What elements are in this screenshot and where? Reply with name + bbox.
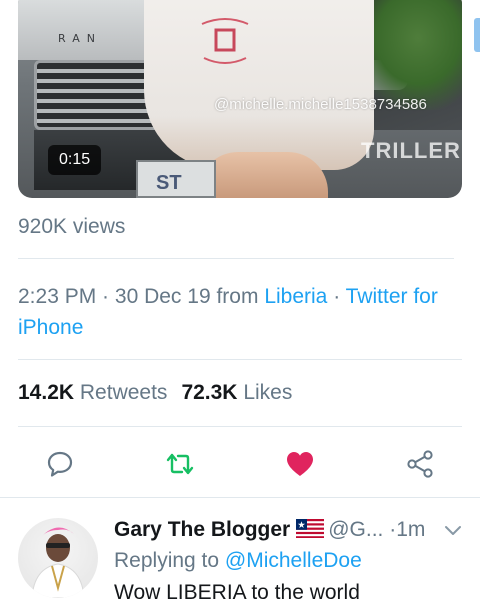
retweets-label: Retweets xyxy=(79,381,168,404)
reply-time: 1m xyxy=(396,518,426,541)
share-icon xyxy=(407,450,433,478)
tweet-meta: 2:23 PM · 30 Dec 19 from Liberia · Twitt… xyxy=(18,285,438,339)
replying-to-handle[interactable]: @MichelleDoe xyxy=(225,549,362,572)
speech-bubble-icon xyxy=(47,451,73,477)
retweet-button[interactable] xyxy=(162,446,198,482)
heart-icon xyxy=(287,452,313,476)
divider xyxy=(18,426,462,427)
chevron-down-icon[interactable] xyxy=(444,523,462,537)
tweet-video[interactable]: RAN ST @michelle.michelle1538734586 TRIL… xyxy=(18,0,462,198)
person-figure xyxy=(144,0,374,170)
divider xyxy=(18,258,454,259)
liberia-flag-icon xyxy=(296,519,325,538)
retweets-count: 14.2K xyxy=(18,381,75,404)
video-watermark: @michelle.michelle1538734586 xyxy=(214,96,427,113)
divider xyxy=(18,359,462,360)
person-legs xyxy=(198,152,328,198)
tweet-stats: 14.2K Retweets 72.3K Likes xyxy=(18,381,292,405)
share-button[interactable] xyxy=(402,446,438,482)
scroll-indicator[interactable] xyxy=(474,18,480,52)
location-link[interactable]: Liberia xyxy=(264,285,327,308)
from-word: from xyxy=(216,285,259,308)
avatar[interactable] xyxy=(18,518,98,598)
replying-to-label: Replying to xyxy=(114,549,220,572)
reply-button[interactable] xyxy=(42,446,78,482)
like-button[interactable] xyxy=(282,446,318,482)
reply-author-handle[interactable]: @G... xyxy=(328,518,383,541)
retweets-stat[interactable]: 14.2K Retweets xyxy=(18,381,167,404)
reply-header: Gary The Blogger @G... ·1m xyxy=(114,518,425,542)
reply-text: Wow LIBERIA to the world xyxy=(114,581,360,600)
video-duration-badge: 0:15 xyxy=(48,145,102,175)
likes-label: Likes xyxy=(243,381,293,404)
shirt-logo-icon xyxy=(201,18,249,64)
replying-to: Replying to @MichelleDoe xyxy=(114,549,362,573)
car-badge: RAN xyxy=(58,32,102,45)
tweet-time: 2:23 PM xyxy=(18,285,97,308)
likes-stat[interactable]: 72.3K Likes xyxy=(181,381,292,404)
divider xyxy=(0,497,480,498)
reply-author-name[interactable]: Gary The Blogger xyxy=(114,518,290,541)
view-count: 920K views xyxy=(18,215,126,238)
avatar-image xyxy=(31,527,85,598)
triller-logo: TRILLER xyxy=(361,138,461,163)
license-plate-text: ST xyxy=(156,172,182,194)
action-bar xyxy=(0,440,480,486)
retweet-arrows-icon xyxy=(166,453,194,475)
tweet-date: 30 Dec 19 xyxy=(114,285,211,308)
likes-count: 72.3K xyxy=(181,381,238,404)
